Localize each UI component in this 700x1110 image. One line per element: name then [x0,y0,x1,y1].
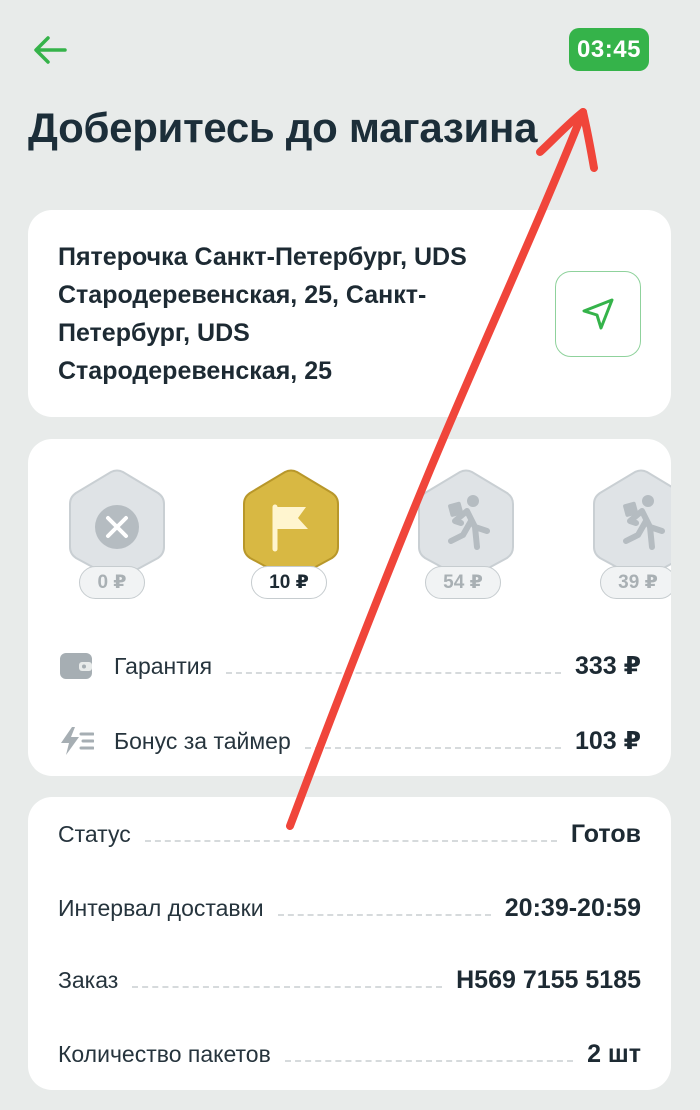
tier-amount: 0 ₽ [79,566,145,599]
address-card: Пятерочка Санкт-Петербург, UDS Стародере… [28,210,671,417]
order-row: Заказ H569 7155 5185 [58,960,641,1000]
tier-2[interactable]: 54 ₽ [411,469,521,599]
back-button[interactable] [30,30,70,70]
status-row: Статус Готов [58,814,641,854]
dotted-leader [226,672,561,674]
status-label: Статус [58,820,131,847]
status-value: Готов [570,819,641,848]
tier-0[interactable]: 0 ₽ [62,469,172,599]
dotted-leader [304,747,561,749]
screen: 03:45 Доберитесь до магазина Пятерочка С… [0,0,700,1110]
page-title: Доберитесь до магазина [28,104,538,151]
dotted-leader [284,1060,574,1062]
bonus-tiers-card: 0 ₽ 10 ₽ 54 ₽ 39 ₽ Гарантия 333 ₽ Бонус … [28,439,671,776]
flag-icon [272,504,308,552]
delivery-interval-label: Интервал доставки [58,894,264,921]
order-number[interactable]: H569 7155 5185 [456,966,641,995]
store-address: Пятерочка Санкт-Петербург, UDS Стародере… [58,243,467,385]
dotted-leader [132,986,443,988]
tier-amount: 39 ₽ [600,566,671,599]
runner-icon [623,495,665,550]
tier-3[interactable]: 39 ₽ [586,469,671,599]
runner-icon [448,495,490,550]
order-label: Заказ [58,966,119,993]
lightning-icon [61,727,94,755]
guarantee-value: 333 ₽ [574,652,641,680]
timer-bonus-label: Бонус за таймер [114,727,291,754]
tier-amount: 54 ₽ [425,566,501,599]
close-icon [95,505,139,549]
bags-label: Количество пакетов [58,1040,271,1067]
wallet-icon [60,653,92,679]
guarantee-label: Гарантия [114,652,213,679]
countdown-timer: 03:45 [569,28,649,71]
dotted-leader [277,914,491,916]
delivery-interval-row: Интервал доставки 20:39-20:59 [58,888,641,928]
bags-value: 2 шт [587,1039,641,1068]
order-details-card: Статус Готов Интервал доставки 20:39-20:… [28,797,671,1090]
bags-row: Количество пакетов 2 шт [58,1034,641,1074]
timer-bonus-row: Бонус за таймер 103 ₽ [58,721,641,761]
tier-1[interactable]: 10 ₽ [236,469,346,599]
navigation-arrow-icon [582,298,614,330]
arrow-left-icon [34,36,67,64]
navigate-button[interactable] [555,271,641,357]
dotted-leader [144,840,557,842]
delivery-interval-value: 20:39-20:59 [504,893,641,922]
timer-bonus-value: 103 ₽ [574,727,641,755]
guarantee-row: Гарантия 333 ₽ [58,646,641,686]
tier-amount: 10 ₽ [251,566,327,599]
